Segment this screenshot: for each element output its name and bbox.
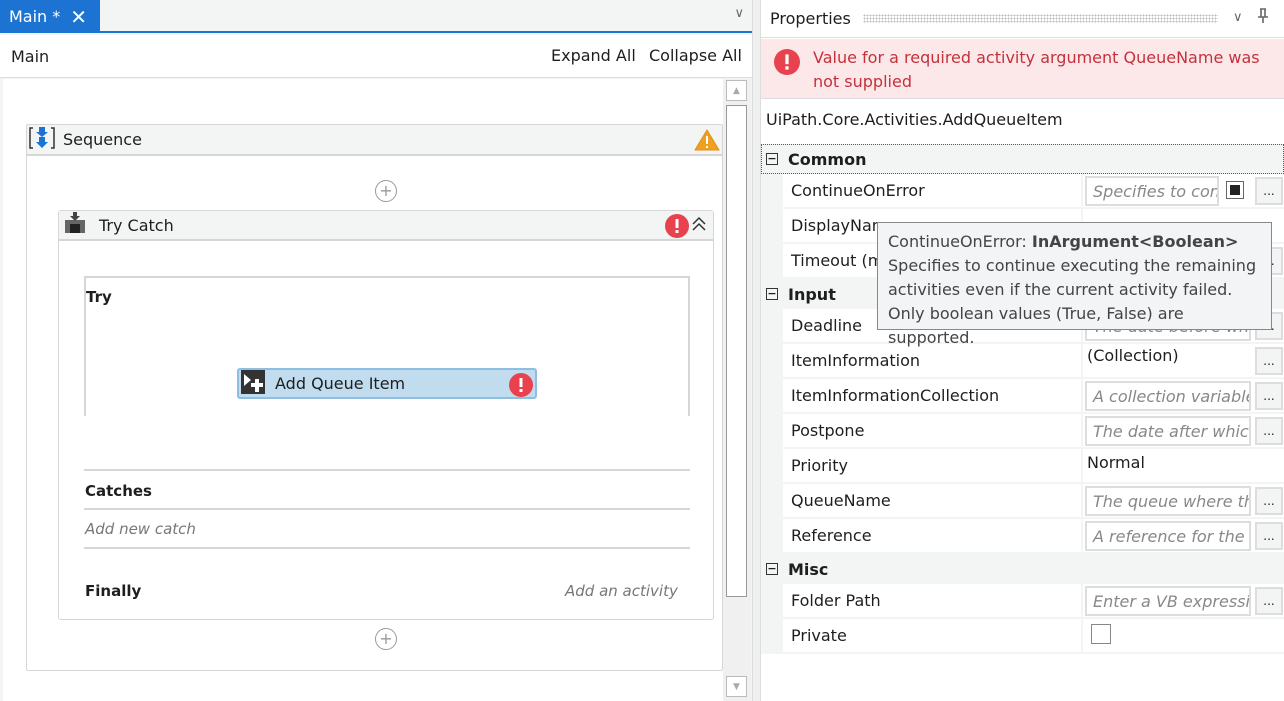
try-catch-icon [63, 211, 87, 239]
collapse-toggle-icon[interactable]: − [766, 288, 778, 300]
iteminformationcollection-input[interactable]: A collection variable [1085, 381, 1251, 411]
divider [84, 547, 690, 549]
pin-icon[interactable] [1257, 8, 1269, 28]
expression-editor-button[interactable]: ... [1255, 587, 1283, 615]
category-misc[interactable]: − Misc [761, 554, 1284, 584]
scroll-down-button[interactable]: ▼ [726, 676, 747, 697]
breadcrumb[interactable]: Main [11, 47, 49, 66]
warning-icon[interactable] [694, 129, 720, 155]
add-new-catch-link[interactable]: Add new catch [85, 520, 196, 538]
property-name: Priority [783, 449, 1083, 482]
sequence-header[interactable]: Sequence [27, 125, 722, 156]
category-label: Input [788, 284, 836, 304]
property-name: ContinueOnError [783, 174, 1083, 207]
error-icon[interactable] [509, 373, 533, 401]
close-icon[interactable]: ✕ [70, 7, 87, 27]
expression-editor-button[interactable]: ... [1255, 522, 1283, 550]
add-an-activity-link[interactable]: Add an activity [565, 582, 678, 600]
scroll-up-button[interactable]: ▲ [726, 80, 747, 101]
expression-editor-button[interactable]: ... [1255, 417, 1283, 445]
property-name: QueueName [783, 484, 1083, 517]
activity-type-name: UiPath.Core.Activities.AddQueueItem [766, 110, 1063, 129]
continueonerror-checkbox[interactable] [1226, 181, 1244, 199]
tooltip-type: InArgument<Boolean> [1031, 232, 1239, 251]
add-activity-button[interactable]: + [375, 628, 397, 650]
chevron-down-icon[interactable]: ∨ [734, 6, 744, 21]
vertical-scrollbar[interactable]: ▲ ▼ [723, 79, 751, 701]
property-row-postpone: Postpone The date after which ... [761, 414, 1284, 449]
property-tooltip: ContinueOnError: InArgument<Boolean> Spe… [877, 222, 1272, 347]
catches-label: Catches [85, 482, 152, 500]
add-queue-item-icon [241, 369, 265, 398]
divider [84, 508, 690, 510]
reference-input[interactable]: A reference for the i [1085, 521, 1251, 551]
tab-main[interactable]: Main * ✕ [0, 0, 100, 33]
try-label: Try [86, 288, 112, 306]
designer-toolbar: Main Expand All Collapse All [0, 35, 752, 78]
private-checkbox[interactable] [1091, 624, 1111, 644]
properties-titlebar: Properties ∨ [761, 0, 1284, 38]
properties-title: Properties [770, 9, 851, 28]
continueonerror-input[interactable]: Specifies to con [1085, 176, 1219, 206]
property-name: Folder Path [783, 584, 1083, 617]
tooltip-prefix: ContinueOnError: [888, 232, 1032, 251]
expression-editor-button[interactable]: ... [1255, 382, 1283, 410]
collapse-toggle-icon[interactable]: − [766, 153, 778, 165]
property-row-reference: Reference A reference for the i ... [761, 519, 1284, 554]
property-row-priority: Priority Normal [761, 449, 1284, 484]
error-icon[interactable] [665, 214, 689, 242]
property-name: ItemInformationCollection [783, 379, 1083, 412]
property-name: Private [783, 619, 1083, 652]
property-grid: − Common ContinueOnError Specifies to co… [761, 144, 1284, 654]
property-row-folderpath: Folder Path Enter a VB expression ... [761, 584, 1284, 619]
property-name: Postpone [783, 414, 1083, 447]
category-common[interactable]: − Common [761, 144, 1284, 174]
category-label: Common [788, 149, 867, 169]
collection-editor-button[interactable]: ... [1255, 347, 1283, 375]
finally-label: Finally [85, 582, 142, 600]
chevron-down-icon[interactable]: ∨ [1233, 10, 1243, 25]
postpone-input[interactable]: The date after which [1085, 416, 1251, 446]
property-row-continueonerror: ContinueOnError Specifies to con ... [761, 174, 1284, 209]
expression-editor-button[interactable]: ... [1255, 177, 1283, 205]
iteminformation-value: (Collection) [1087, 346, 1179, 365]
collapse-all-link[interactable]: Collapse All [649, 46, 742, 65]
try-catch-title: Try Catch [99, 215, 174, 235]
error-message: Value for a required activity argument Q… [813, 48, 1260, 91]
document-tabstrip: Main * ✕ ∨ [0, 0, 752, 33]
category-label: Misc [788, 559, 829, 579]
property-row-private: Private [761, 619, 1284, 654]
property-row-iteminformation: ItemInformation (Collection) ... [761, 344, 1284, 379]
queuename-input[interactable]: The queue where th [1085, 486, 1251, 516]
folderpath-input[interactable]: Enter a VB expression [1085, 586, 1251, 616]
property-name: Reference [783, 519, 1083, 552]
validation-error-banner: Value for a required activity argument Q… [761, 39, 1284, 99]
activity-title: Add Queue Item [275, 374, 406, 393]
workflow-designer: Main * ✕ ∨ Main Expand All Collapse All … [0, 0, 752, 701]
collapse-toggle-icon[interactable]: − [766, 563, 778, 575]
expand-all-link[interactable]: Expand All [551, 46, 636, 65]
try-catch-header[interactable]: Try Catch [59, 211, 713, 241]
tab-label: Main * [9, 7, 61, 26]
collapse-icon[interactable] [691, 216, 707, 236]
scrollbar-thumb[interactable] [726, 105, 747, 597]
add-activity-button[interactable]: + [375, 180, 397, 202]
error-icon [774, 49, 800, 79]
sequence-icon [29, 125, 55, 155]
drag-grip[interactable] [863, 14, 1218, 23]
properties-panel: Properties ∨ Value for a required activi… [761, 0, 1284, 701]
property-row-iteminformationcollection: ItemInformationCollection A collection v… [761, 379, 1284, 414]
panel-splitter[interactable] [752, 0, 761, 701]
expression-editor-button[interactable]: ... [1255, 487, 1283, 515]
priority-value: Normal [1087, 453, 1145, 472]
priority-select[interactable]: Normal [1083, 449, 1284, 482]
sequence-title: Sequence [63, 130, 142, 149]
property-row-queuename: QueueName The queue where th ... [761, 484, 1284, 519]
divider [84, 469, 690, 471]
add-queue-item-activity[interactable]: Add Queue Item [237, 368, 537, 399]
